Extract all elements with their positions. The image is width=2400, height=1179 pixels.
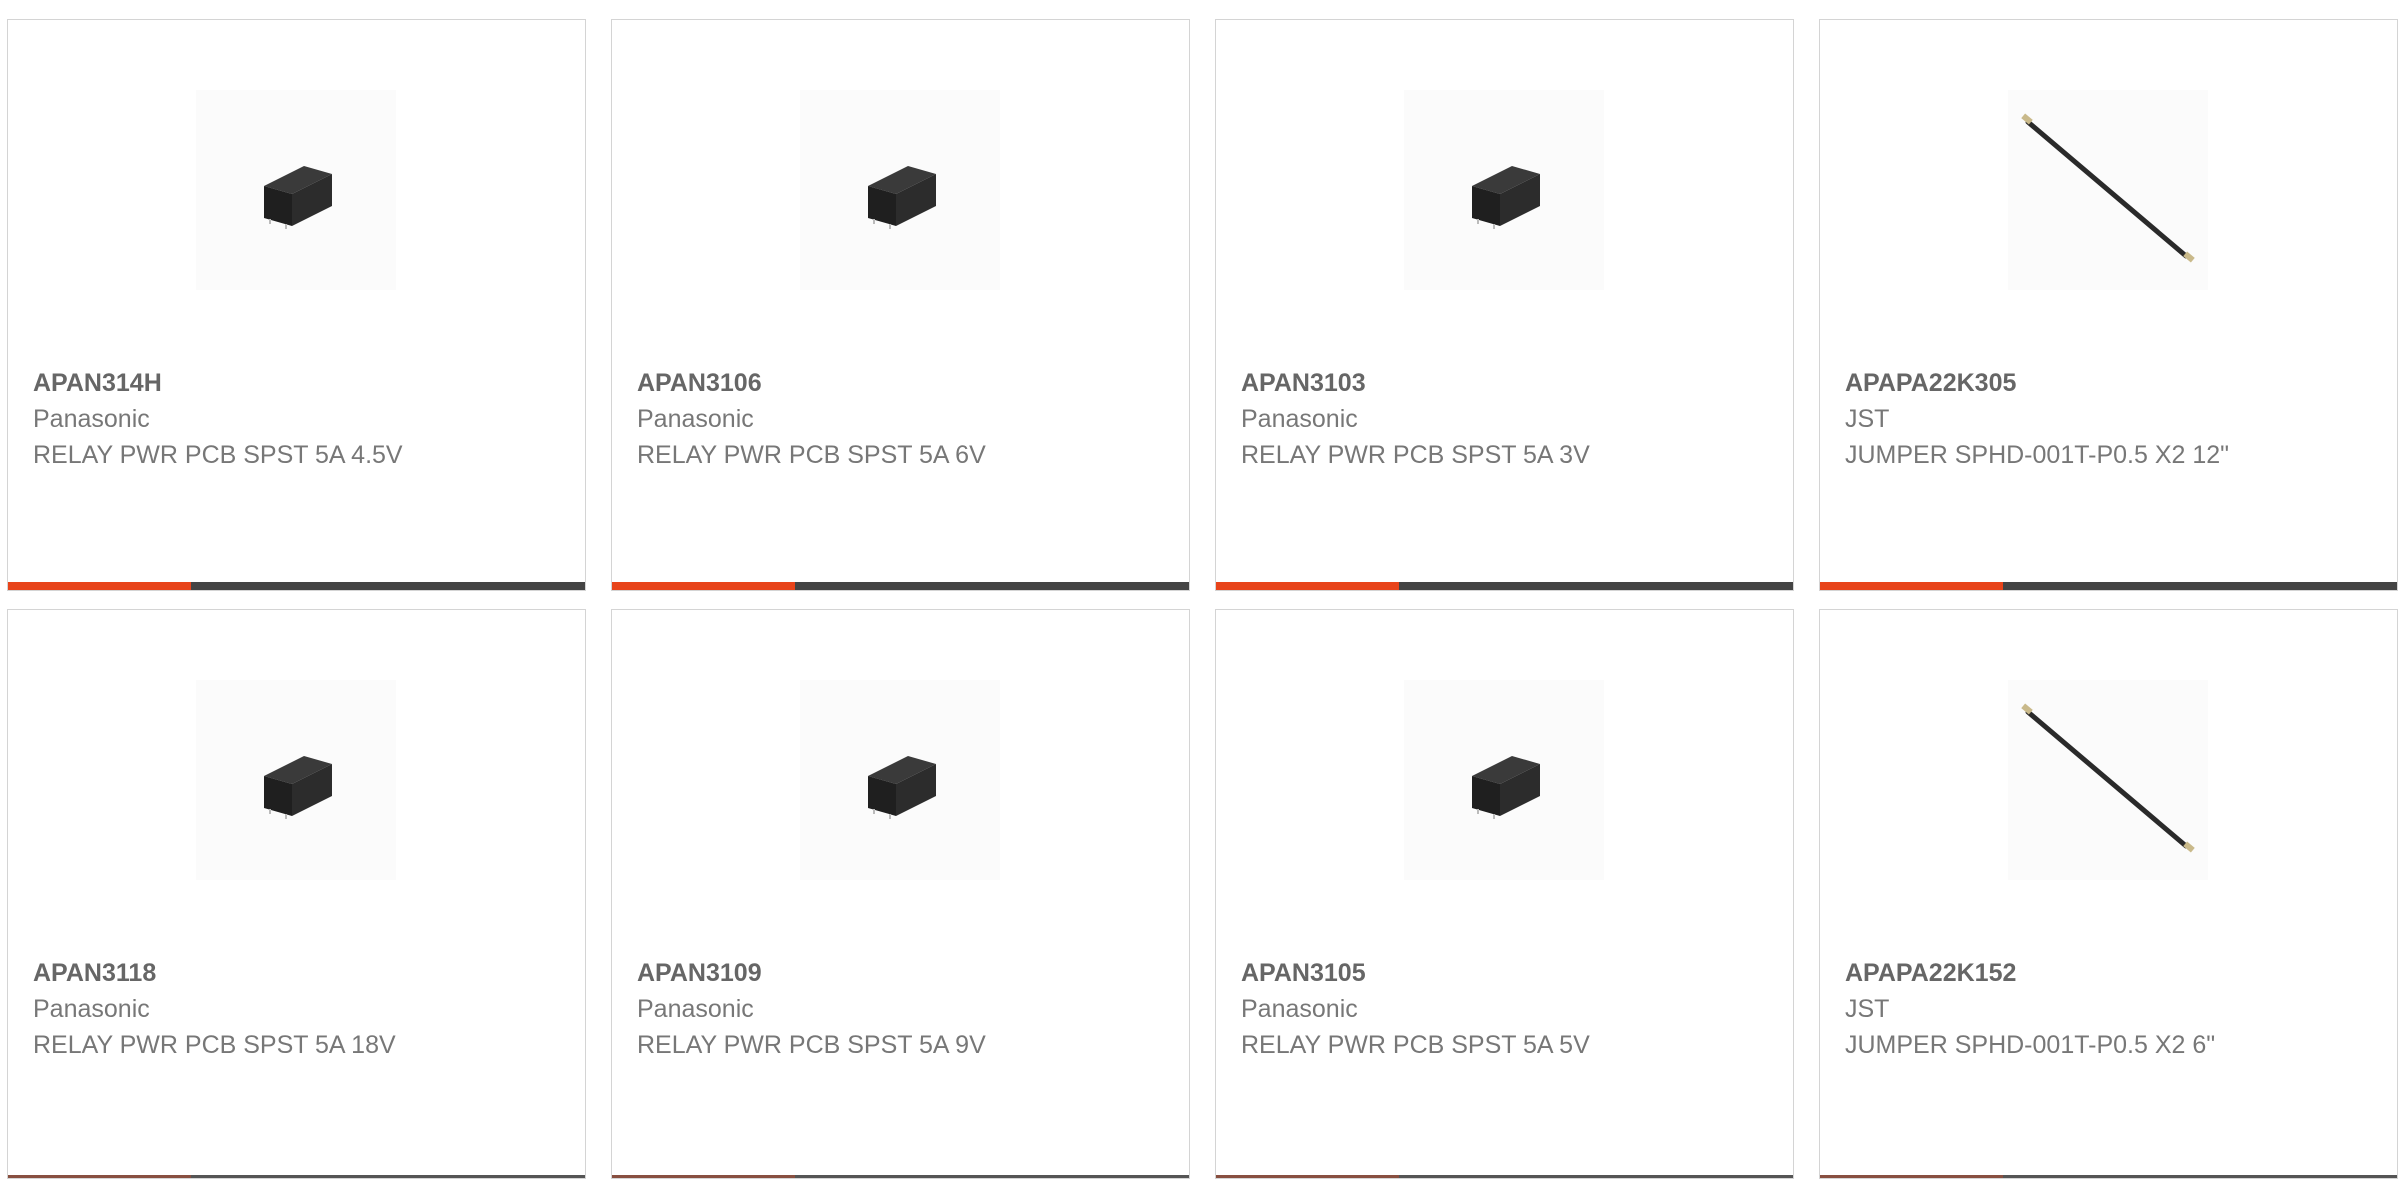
accent-bar bbox=[8, 582, 191, 590]
manufacturer: Panasonic bbox=[637, 995, 754, 1023]
card-bottom-bar bbox=[612, 582, 1189, 590]
accent-bar bbox=[1216, 1175, 1399, 1178]
card-bottom-bar bbox=[8, 1175, 585, 1178]
card-bottom-bar bbox=[1820, 582, 2397, 590]
manufacturer: Panasonic bbox=[33, 405, 150, 433]
relay-image[interactable] bbox=[1404, 90, 1604, 290]
part-number[interactable]: APAPA22K152 bbox=[1845, 955, 2372, 991]
part-number[interactable]: APAN3118 bbox=[33, 955, 560, 991]
relay-image[interactable] bbox=[800, 90, 1000, 290]
product-description: JUMPER SPHD-001T-P0.5 X2 6" bbox=[1845, 1031, 2216, 1059]
product-description: RELAY PWR PCB SPST 5A 4.5V bbox=[33, 441, 403, 469]
product-card[interactable]: APAN314H Panasonic RELAY PWR PCB SPST 5A… bbox=[7, 19, 586, 591]
part-number[interactable]: APAN3106 bbox=[637, 365, 1164, 401]
product-description: RELAY PWR PCB SPST 5A 9V bbox=[637, 1031, 986, 1059]
accent-bar bbox=[612, 1175, 795, 1178]
accent-bar bbox=[1820, 582, 2003, 590]
manufacturer: Panasonic bbox=[637, 405, 754, 433]
part-number[interactable]: APAPA22K305 bbox=[1845, 365, 2372, 401]
part-number[interactable]: APAN3103 bbox=[1241, 365, 1768, 401]
product-card[interactable]: APAN3105 Panasonic RELAY PWR PCB SPST 5A… bbox=[1215, 609, 1794, 1179]
card-bottom-bar bbox=[612, 1175, 1189, 1178]
product-card[interactable]: APAN3109 Panasonic RELAY PWR PCB SPST 5A… bbox=[611, 609, 1190, 1179]
product-description: JUMPER SPHD-001T-P0.5 X2 12" bbox=[1845, 441, 2230, 469]
accent-bar bbox=[8, 1175, 191, 1178]
card-bottom-bar bbox=[1216, 1175, 1793, 1178]
accent-bar bbox=[1216, 582, 1399, 590]
product-description: RELAY PWR PCB SPST 5A 3V bbox=[1241, 441, 1590, 469]
jumper-wire-image[interactable] bbox=[2008, 680, 2208, 880]
manufacturer: JST bbox=[1845, 995, 1890, 1023]
card-bottom-bar bbox=[1820, 1175, 2397, 1178]
product-description: RELAY PWR PCB SPST 5A 6V bbox=[637, 441, 986, 469]
relay-image[interactable] bbox=[800, 680, 1000, 880]
card-bottom-bar bbox=[8, 582, 585, 590]
manufacturer: Panasonic bbox=[1241, 995, 1358, 1023]
part-number[interactable]: APAN3109 bbox=[637, 955, 1164, 991]
part-number[interactable]: APAN3105 bbox=[1241, 955, 1768, 991]
accent-bar bbox=[612, 582, 795, 590]
jumper-wire-image[interactable] bbox=[2008, 90, 2208, 290]
manufacturer: Panasonic bbox=[33, 995, 150, 1023]
relay-image[interactable] bbox=[196, 90, 396, 290]
relay-image[interactable] bbox=[1404, 680, 1604, 880]
product-card[interactable]: APAN3118 Panasonic RELAY PWR PCB SPST 5A… bbox=[7, 609, 586, 1179]
manufacturer: JST bbox=[1845, 405, 1890, 433]
accent-bar bbox=[1820, 1175, 2003, 1178]
product-card[interactable]: APAN3103 Panasonic RELAY PWR PCB SPST 5A… bbox=[1215, 19, 1794, 591]
product-grid: APAN314H Panasonic RELAY PWR PCB SPST 5A… bbox=[7, 19, 2398, 1179]
product-card[interactable]: APAPA22K305 JST JUMPER SPHD-001T-P0.5 X2… bbox=[1819, 19, 2398, 591]
product-description: RELAY PWR PCB SPST 5A 18V bbox=[33, 1031, 396, 1059]
product-card[interactable]: APAPA22K152 JST JUMPER SPHD-001T-P0.5 X2… bbox=[1819, 609, 2398, 1179]
card-bottom-bar bbox=[1216, 582, 1793, 590]
relay-image[interactable] bbox=[196, 680, 396, 880]
product-card[interactable]: APAN3106 Panasonic RELAY PWR PCB SPST 5A… bbox=[611, 19, 1190, 591]
part-number[interactable]: APAN314H bbox=[33, 365, 560, 401]
manufacturer: Panasonic bbox=[1241, 405, 1358, 433]
product-description: RELAY PWR PCB SPST 5A 5V bbox=[1241, 1031, 1590, 1059]
